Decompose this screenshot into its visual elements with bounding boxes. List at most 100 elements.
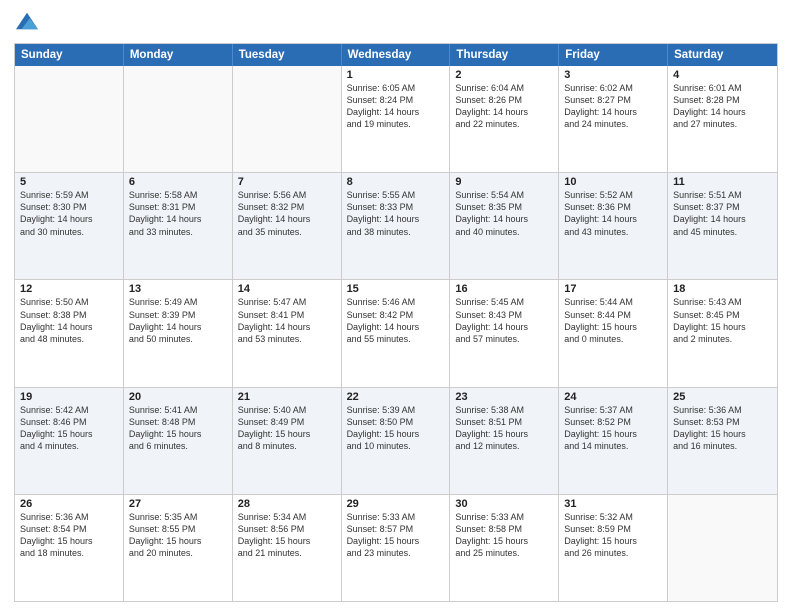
calendar-row-3: 19Sunrise: 5:42 AM Sunset: 8:46 PM Dayli… (15, 387, 777, 494)
day-cell-27: 27Sunrise: 5:35 AM Sunset: 8:55 PM Dayli… (124, 495, 233, 601)
day-number: 18 (673, 283, 772, 295)
day-cell-7: 7Sunrise: 5:56 AM Sunset: 8:32 PM Daylig… (233, 173, 342, 279)
day-info: Sunrise: 5:36 AM Sunset: 8:54 PM Dayligh… (20, 511, 118, 560)
day-number: 31 (564, 498, 662, 510)
day-number: 20 (129, 391, 227, 403)
calendar: SundayMondayTuesdayWednesdayThursdayFrid… (14, 43, 778, 602)
day-cell-3: 3Sunrise: 6:02 AM Sunset: 8:27 PM Daylig… (559, 66, 668, 172)
day-number: 7 (238, 176, 336, 188)
day-info: Sunrise: 5:34 AM Sunset: 8:56 PM Dayligh… (238, 511, 336, 560)
day-info: Sunrise: 6:04 AM Sunset: 8:26 PM Dayligh… (455, 82, 553, 131)
logo (14, 10, 38, 37)
day-number: 19 (20, 391, 118, 403)
day-info: Sunrise: 5:59 AM Sunset: 8:30 PM Dayligh… (20, 189, 118, 238)
day-number: 21 (238, 391, 336, 403)
day-cell-30: 30Sunrise: 5:33 AM Sunset: 8:58 PM Dayli… (450, 495, 559, 601)
day-number: 6 (129, 176, 227, 188)
day-info: Sunrise: 5:55 AM Sunset: 8:33 PM Dayligh… (347, 189, 445, 238)
day-cell-19: 19Sunrise: 5:42 AM Sunset: 8:46 PM Dayli… (15, 388, 124, 494)
day-number: 8 (347, 176, 445, 188)
day-cell-14: 14Sunrise: 5:47 AM Sunset: 8:41 PM Dayli… (233, 280, 342, 386)
day-cell-31: 31Sunrise: 5:32 AM Sunset: 8:59 PM Dayli… (559, 495, 668, 601)
day-number: 5 (20, 176, 118, 188)
day-info: Sunrise: 5:33 AM Sunset: 8:58 PM Dayligh… (455, 511, 553, 560)
day-number: 24 (564, 391, 662, 403)
day-info: Sunrise: 5:39 AM Sunset: 8:50 PM Dayligh… (347, 404, 445, 453)
header-day-wednesday: Wednesday (342, 44, 451, 66)
calendar-row-2: 12Sunrise: 5:50 AM Sunset: 8:38 PM Dayli… (15, 279, 777, 386)
day-info: Sunrise: 5:33 AM Sunset: 8:57 PM Dayligh… (347, 511, 445, 560)
day-number: 9 (455, 176, 553, 188)
day-info: Sunrise: 5:58 AM Sunset: 8:31 PM Dayligh… (129, 189, 227, 238)
day-number: 25 (673, 391, 772, 403)
day-cell-18: 18Sunrise: 5:43 AM Sunset: 8:45 PM Dayli… (668, 280, 777, 386)
header-day-tuesday: Tuesday (233, 44, 342, 66)
day-cell-22: 22Sunrise: 5:39 AM Sunset: 8:50 PM Dayli… (342, 388, 451, 494)
day-info: Sunrise: 5:40 AM Sunset: 8:49 PM Dayligh… (238, 404, 336, 453)
day-number: 16 (455, 283, 553, 295)
day-cell-20: 20Sunrise: 5:41 AM Sunset: 8:48 PM Dayli… (124, 388, 233, 494)
day-info: Sunrise: 5:51 AM Sunset: 8:37 PM Dayligh… (673, 189, 772, 238)
day-cell-29: 29Sunrise: 5:33 AM Sunset: 8:57 PM Dayli… (342, 495, 451, 601)
day-info: Sunrise: 5:35 AM Sunset: 8:55 PM Dayligh… (129, 511, 227, 560)
calendar-row-4: 26Sunrise: 5:36 AM Sunset: 8:54 PM Dayli… (15, 494, 777, 601)
calendar-row-1: 5Sunrise: 5:59 AM Sunset: 8:30 PM Daylig… (15, 172, 777, 279)
day-number: 30 (455, 498, 553, 510)
day-cell-10: 10Sunrise: 5:52 AM Sunset: 8:36 PM Dayli… (559, 173, 668, 279)
header-day-thursday: Thursday (450, 44, 559, 66)
day-info: Sunrise: 5:38 AM Sunset: 8:51 PM Dayligh… (455, 404, 553, 453)
day-cell-16: 16Sunrise: 5:45 AM Sunset: 8:43 PM Dayli… (450, 280, 559, 386)
day-cell-17: 17Sunrise: 5:44 AM Sunset: 8:44 PM Dayli… (559, 280, 668, 386)
day-info: Sunrise: 6:01 AM Sunset: 8:28 PM Dayligh… (673, 82, 772, 131)
day-number: 14 (238, 283, 336, 295)
day-cell-21: 21Sunrise: 5:40 AM Sunset: 8:49 PM Dayli… (233, 388, 342, 494)
day-number: 12 (20, 283, 118, 295)
day-info: Sunrise: 5:56 AM Sunset: 8:32 PM Dayligh… (238, 189, 336, 238)
day-cell-24: 24Sunrise: 5:37 AM Sunset: 8:52 PM Dayli… (559, 388, 668, 494)
day-info: Sunrise: 5:43 AM Sunset: 8:45 PM Dayligh… (673, 296, 772, 345)
day-cell-23: 23Sunrise: 5:38 AM Sunset: 8:51 PM Dayli… (450, 388, 559, 494)
day-number: 28 (238, 498, 336, 510)
day-cell-25: 25Sunrise: 5:36 AM Sunset: 8:53 PM Dayli… (668, 388, 777, 494)
day-cell-13: 13Sunrise: 5:49 AM Sunset: 8:39 PM Dayli… (124, 280, 233, 386)
day-info: Sunrise: 5:44 AM Sunset: 8:44 PM Dayligh… (564, 296, 662, 345)
day-cell-15: 15Sunrise: 5:46 AM Sunset: 8:42 PM Dayli… (342, 280, 451, 386)
header-day-sunday: Sunday (15, 44, 124, 66)
day-cell-4: 4Sunrise: 6:01 AM Sunset: 8:28 PM Daylig… (668, 66, 777, 172)
day-cell-26: 26Sunrise: 5:36 AM Sunset: 8:54 PM Dayli… (15, 495, 124, 601)
day-number: 10 (564, 176, 662, 188)
header-day-saturday: Saturday (668, 44, 777, 66)
empty-cell (233, 66, 342, 172)
day-info: Sunrise: 5:49 AM Sunset: 8:39 PM Dayligh… (129, 296, 227, 345)
day-cell-9: 9Sunrise: 5:54 AM Sunset: 8:35 PM Daylig… (450, 173, 559, 279)
calendar-body: 1Sunrise: 6:05 AM Sunset: 8:24 PM Daylig… (15, 66, 777, 601)
day-info: Sunrise: 6:05 AM Sunset: 8:24 PM Dayligh… (347, 82, 445, 131)
day-info: Sunrise: 6:02 AM Sunset: 8:27 PM Dayligh… (564, 82, 662, 131)
day-number: 13 (129, 283, 227, 295)
day-info: Sunrise: 5:37 AM Sunset: 8:52 PM Dayligh… (564, 404, 662, 453)
day-info: Sunrise: 5:41 AM Sunset: 8:48 PM Dayligh… (129, 404, 227, 453)
day-info: Sunrise: 5:52 AM Sunset: 8:36 PM Dayligh… (564, 189, 662, 238)
header (14, 10, 778, 37)
header-day-monday: Monday (124, 44, 233, 66)
day-cell-11: 11Sunrise: 5:51 AM Sunset: 8:37 PM Dayli… (668, 173, 777, 279)
day-number: 26 (20, 498, 118, 510)
day-number: 4 (673, 69, 772, 81)
page: SundayMondayTuesdayWednesdayThursdayFrid… (0, 0, 792, 612)
calendar-row-0: 1Sunrise: 6:05 AM Sunset: 8:24 PM Daylig… (15, 66, 777, 172)
day-cell-5: 5Sunrise: 5:59 AM Sunset: 8:30 PM Daylig… (15, 173, 124, 279)
day-cell-6: 6Sunrise: 5:58 AM Sunset: 8:31 PM Daylig… (124, 173, 233, 279)
logo-icon (16, 10, 38, 32)
day-number: 1 (347, 69, 445, 81)
day-info: Sunrise: 5:45 AM Sunset: 8:43 PM Dayligh… (455, 296, 553, 345)
day-info: Sunrise: 5:46 AM Sunset: 8:42 PM Dayligh… (347, 296, 445, 345)
day-number: 11 (673, 176, 772, 188)
day-cell-2: 2Sunrise: 6:04 AM Sunset: 8:26 PM Daylig… (450, 66, 559, 172)
day-number: 2 (455, 69, 553, 81)
day-number: 29 (347, 498, 445, 510)
calendar-header: SundayMondayTuesdayWednesdayThursdayFrid… (15, 44, 777, 66)
day-number: 23 (455, 391, 553, 403)
empty-cell (668, 495, 777, 601)
day-info: Sunrise: 5:47 AM Sunset: 8:41 PM Dayligh… (238, 296, 336, 345)
header-day-friday: Friday (559, 44, 668, 66)
